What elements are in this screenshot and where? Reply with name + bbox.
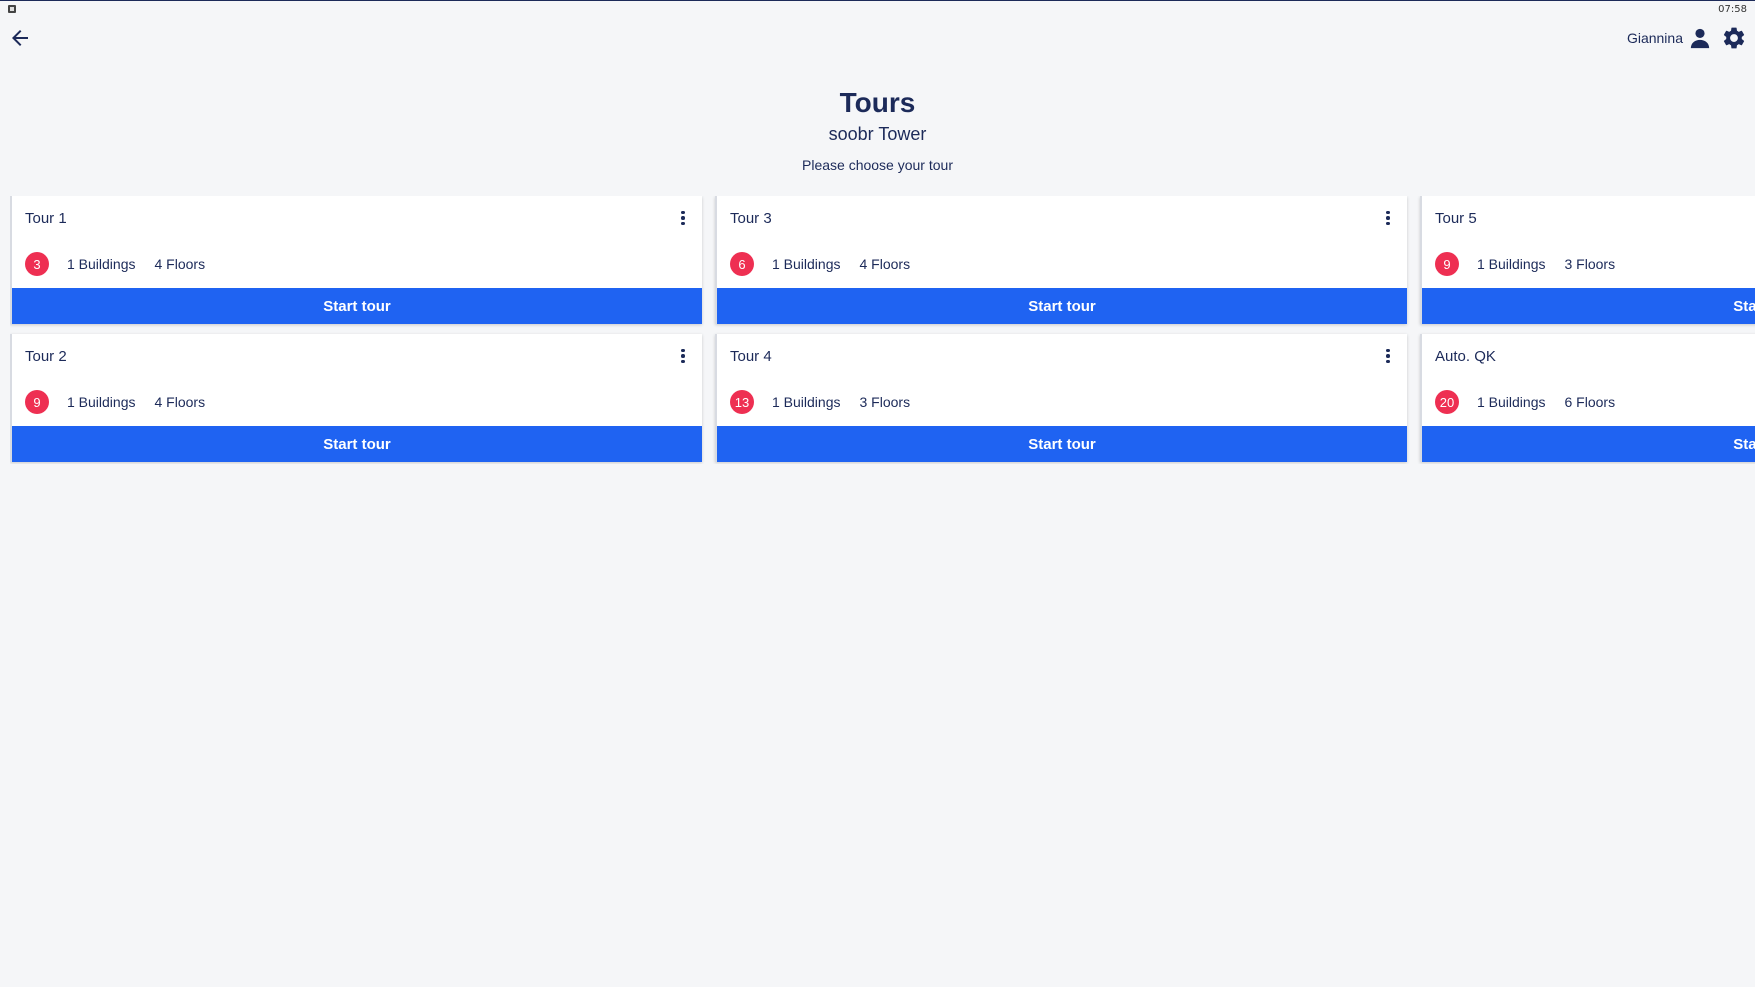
tour-title: Tour 4	[730, 348, 772, 365]
more-options-button[interactable]	[674, 208, 692, 228]
start-tour-button[interactable]: Start tour	[12, 426, 702, 462]
count-badge: 20	[1435, 390, 1459, 414]
gear-icon	[1723, 27, 1745, 49]
status-time: 07:58	[1718, 4, 1747, 15]
settings-button[interactable]	[1721, 25, 1747, 51]
tour-title: Auto. QK	[1435, 348, 1496, 365]
tour-title: Tour 1	[25, 210, 67, 227]
tour-card: Tour 4 13 1 Buildings 3 Floors Start tou…	[715, 334, 1407, 462]
page-header: Tours soobr Tower Please choose your tou…	[0, 84, 1755, 174]
floors-count: 3 Floors	[1564, 256, 1616, 272]
count-badge: 13	[730, 390, 754, 414]
start-tour-button[interactable]: Start tour	[1422, 426, 1755, 462]
more-options-button[interactable]	[674, 346, 692, 366]
tour-card: Tour 5 9 1 Buildings 3 Floors Start tour	[1420, 196, 1755, 324]
tour-card: Tour 1 3 1 Buildings 4 Floors Start tour	[10, 196, 702, 324]
person-icon	[1690, 28, 1710, 49]
tour-title: Tour 2	[25, 348, 67, 365]
more-vert-icon	[1386, 210, 1390, 215]
back-button[interactable]	[8, 26, 32, 50]
more-vert-icon	[1386, 348, 1390, 353]
more-options-button[interactable]	[1379, 208, 1397, 228]
tour-stats: 20 1 Buildings 6 Floors	[1435, 390, 1615, 414]
tour-stats: 6 1 Buildings 4 Floors	[730, 252, 910, 276]
page-title: Tours	[839, 87, 916, 118]
user-name: Giannina	[1626, 30, 1683, 46]
count-badge: 6	[730, 252, 754, 276]
start-tour-button[interactable]: Start tour	[717, 288, 1407, 324]
more-vert-icon	[681, 348, 685, 353]
user-menu[interactable]: Giannina	[1627, 26, 1711, 50]
buildings-count: 1 Buildings	[1477, 394, 1546, 410]
page-hint: Please choose your tour	[802, 157, 953, 173]
tour-card: Tour 2 9 1 Buildings 4 Floors Start tour	[10, 334, 702, 462]
arrow-left-icon	[12, 30, 28, 46]
status-bar: 07:58	[0, 1, 1755, 19]
tour-stats: 9 1 Buildings 4 Floors	[25, 390, 205, 414]
count-badge: 3	[25, 252, 49, 276]
start-tour-button[interactable]: Start tour	[12, 288, 702, 324]
page-subtitle: soobr Tower	[828, 124, 927, 144]
tour-stats: 9 1 Buildings 3 Floors	[1435, 252, 1615, 276]
buildings-count: 1 Buildings	[67, 394, 136, 410]
buildings-count: 1 Buildings	[772, 394, 841, 410]
start-tour-button[interactable]: Start tour	[717, 426, 1407, 462]
floors-count: 6 Floors	[1564, 394, 1616, 410]
tour-title: Tour 5	[1435, 210, 1477, 227]
buildings-count: 1 Buildings	[1477, 256, 1546, 272]
buildings-count: 1 Buildings	[67, 256, 136, 272]
count-badge: 9	[1435, 252, 1459, 276]
android-app-icon	[8, 5, 16, 13]
more-options-button[interactable]	[1379, 346, 1397, 366]
tour-card: Tour 3 6 1 Buildings 4 Floors Start tour	[715, 196, 1407, 324]
tour-title: Tour 3	[730, 210, 772, 227]
buildings-count: 1 Buildings	[772, 256, 841, 272]
more-vert-icon	[681, 210, 685, 215]
tour-grid: Tour 1 3 1 Buildings 4 Floors Start tour…	[10, 196, 1755, 464]
floors-count: 4 Floors	[154, 256, 206, 272]
floors-count: 3 Floors	[859, 394, 911, 410]
start-tour-button[interactable]: Start tour	[1422, 288, 1755, 324]
floors-count: 4 Floors	[859, 256, 911, 272]
tour-stats: 3 1 Buildings 4 Floors	[25, 252, 205, 276]
count-badge: 9	[25, 390, 49, 414]
floors-count: 4 Floors	[154, 394, 206, 410]
tour-card: Auto. QK 20 1 Buildings 6 Floors Start t…	[1420, 334, 1755, 462]
tour-stats: 13 1 Buildings 3 Floors	[730, 390, 910, 414]
